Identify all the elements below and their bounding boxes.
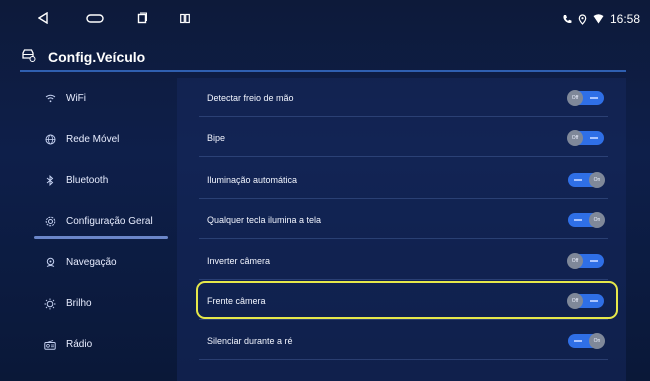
sidebar: WiFi Rede Móvel Bluetooth Configuração G… — [30, 78, 170, 365]
globe-icon — [44, 134, 56, 146]
sidebar-item-label: Brilho — [66, 298, 92, 309]
toggle-knob: Off — [567, 90, 583, 106]
navigation-icon — [44, 257, 56, 269]
sidebar-item-label: Configuração Geral — [66, 216, 153, 227]
toggle-knob: On — [589, 172, 605, 188]
sidebar-item-radio[interactable]: Rádio — [30, 324, 170, 365]
sidebar-item-brilho[interactable]: Brilho — [30, 283, 170, 324]
setting-row-bipe[interactable]: Bipe Off — [177, 118, 626, 157]
sidebar-item-label: Rede Móvel — [66, 134, 120, 145]
back-icon[interactable] — [37, 10, 48, 28]
setting-label: Qualquer tecla ilumina a tela — [207, 214, 322, 225]
sidebar-item-label: Bluetooth — [66, 175, 109, 186]
setting-label: Inverter câmera — [207, 255, 271, 266]
row-divider — [199, 198, 608, 199]
wifi-icon — [44, 93, 56, 105]
gear-icon — [44, 216, 56, 228]
row-divider — [199, 156, 608, 157]
toggle-switch[interactable]: On — [568, 333, 605, 349]
sun-icon — [44, 298, 56, 310]
row-divider — [199, 238, 608, 239]
sidebar-item-label: WiFi — [66, 93, 86, 104]
setting-label: Frente câmera — [207, 295, 266, 306]
page-header: Config.Veículo — [20, 45, 145, 69]
setting-row-iluminacao-automatica[interactable]: Iluminação automática On — [177, 160, 626, 199]
sidebar-item-label: Rádio — [66, 339, 93, 350]
toggle-switch[interactable]: On — [568, 212, 605, 228]
setting-label: Detectar freio de mão — [207, 92, 294, 103]
row-divider — [199, 116, 608, 117]
setting-row-silenciar-re[interactable]: Silenciar durante a ré On — [177, 321, 626, 360]
sidebar-item-wifi[interactable]: WiFi — [30, 78, 170, 119]
settings-panel: Detectar freio de mão Off Bipe Off Ilumi… — [177, 78, 626, 381]
toggle-track-mark — [590, 300, 598, 302]
car-settings-icon — [20, 48, 36, 67]
row-divider — [199, 359, 608, 360]
setting-row-qualquer-tecla[interactable]: Qualquer tecla ilumina a tela On — [177, 200, 626, 239]
clock-time: 16:58 — [609, 12, 640, 26]
toggle-track-mark — [590, 260, 598, 262]
sidebar-item-rede-movel[interactable]: Rede Móvel — [30, 119, 170, 160]
radio-icon — [44, 339, 56, 351]
sidebar-item-navegacao[interactable]: Navegação — [30, 242, 170, 283]
row-divider — [199, 319, 608, 320]
setting-row-frente-camera[interactable]: Frente câmera Off — [177, 281, 626, 320]
toggle-switch[interactable]: Off — [567, 253, 604, 269]
toggle-knob: Off — [567, 293, 583, 309]
sidebar-item-bluetooth[interactable]: Bluetooth — [30, 160, 170, 201]
setting-label: Bipe — [207, 132, 226, 143]
toggle-switch[interactable]: Off — [567, 293, 604, 309]
bluetooth-icon — [44, 175, 56, 187]
setting-row-detectar-freio[interactable]: Detectar freio de mão Off — [177, 78, 626, 117]
header-divider — [20, 70, 626, 72]
toggle-track-mark — [574, 179, 582, 181]
toggle-switch[interactable]: Off — [567, 130, 604, 146]
wifi-signal-icon — [593, 14, 604, 24]
toggle-track-mark — [574, 340, 582, 342]
phone-icon — [562, 14, 572, 24]
recents-icon[interactable] — [137, 10, 147, 28]
status-indicators: 16:58 — [562, 12, 640, 26]
setting-row-inverter-camera[interactable]: Inverter câmera Off — [177, 241, 626, 280]
location-icon — [578, 13, 587, 25]
split-screen-icon[interactable] — [180, 10, 190, 28]
setting-label: Silenciar durante a ré — [207, 335, 293, 346]
toggle-track-mark — [590, 137, 598, 139]
toggle-knob: On — [589, 333, 605, 349]
sidebar-item-configuracao-geral[interactable]: Configuração Geral — [30, 201, 170, 242]
toggle-track-mark — [590, 97, 598, 99]
row-divider — [199, 279, 608, 280]
status-bar: 16:58 — [0, 0, 650, 40]
setting-label: Iluminação automática — [207, 174, 298, 185]
toggle-track-mark — [574, 219, 582, 221]
sidebar-item-label: Navegação — [66, 257, 117, 268]
toggle-switch[interactable]: Off — [567, 90, 604, 106]
page-title: Config.Veículo — [48, 49, 146, 65]
toggle-knob: Off — [567, 253, 583, 269]
toggle-switch[interactable]: On — [568, 172, 605, 188]
toggle-knob: On — [589, 212, 605, 228]
home-icon[interactable] — [86, 10, 104, 28]
toggle-knob: Off — [567, 130, 583, 146]
